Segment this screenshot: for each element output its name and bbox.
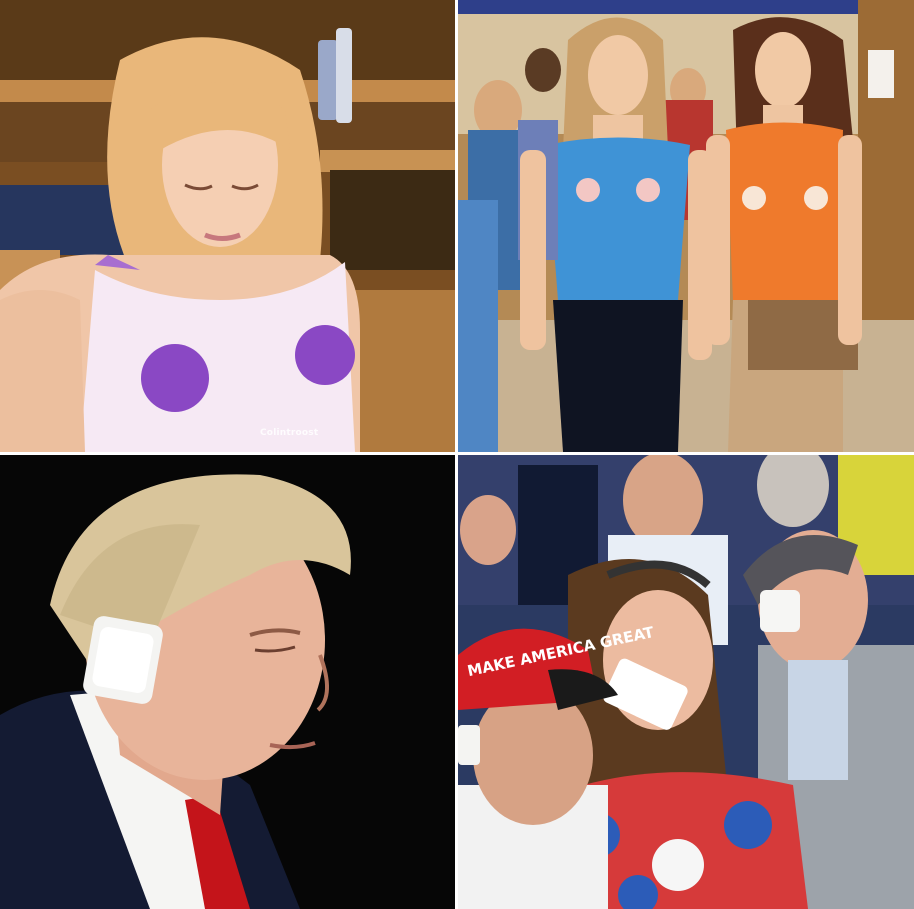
convention-crowd-photo: MAKE AMERICA GREAT <box>458 455 914 909</box>
locker-girl-photo <box>0 0 455 452</box>
man-ear-bandage-photo <box>0 455 455 909</box>
watermark-text: Colintroost <box>260 428 319 438</box>
hallway-girls-photo <box>458 0 914 452</box>
panel-top-left-locker-photo: Colintroost <box>0 0 455 452</box>
panel-top-right-hallway-photo <box>458 0 914 452</box>
panel-bottom-right-crowd-photo: MAKE AMERICA GREAT <box>458 455 914 909</box>
meme-collage: Colintroost MAKE AMERICA GREAT <box>0 0 914 909</box>
panel-bottom-left-man-bandage-photo <box>0 455 455 909</box>
